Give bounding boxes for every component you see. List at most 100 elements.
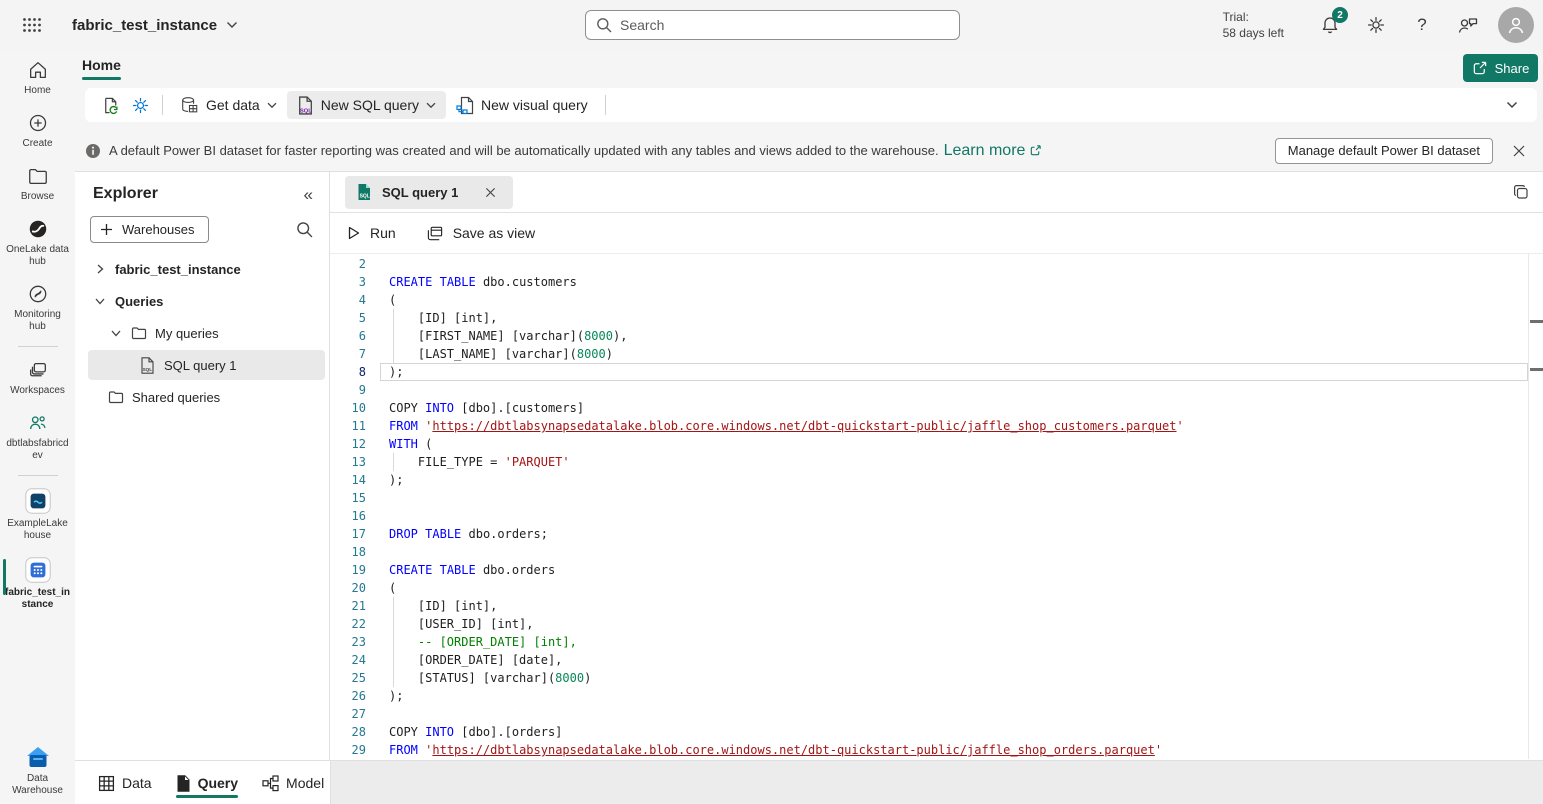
question-icon: ? — [1417, 15, 1426, 35]
code-line-22[interactable]: 22 [USER_ID] [int], — [330, 615, 1543, 633]
rail-item-dbtlabsfabricdev[interactable]: dbtlabsfabricdev — [0, 412, 75, 462]
code-line-16[interactable]: 16 — [330, 507, 1543, 525]
code-line-20[interactable]: 20( — [330, 579, 1543, 597]
search-input[interactable] — [620, 17, 949, 33]
query-doc-icon — [176, 775, 191, 792]
tree-item-sql-query-1[interactable]: SQL SQL query 1 — [88, 350, 325, 380]
create-icon — [27, 112, 49, 134]
model-icon — [262, 775, 279, 792]
share-button[interactable]: Share — [1463, 54, 1538, 82]
visual-query-icon — [456, 96, 474, 115]
code-line-21[interactable]: 21 [ID] [int], — [330, 597, 1543, 615]
workspace-people-icon — [27, 412, 49, 434]
tree-item-shared-queries[interactable]: Shared queries — [88, 382, 325, 412]
refresh-button[interactable] — [95, 91, 125, 119]
manage-dataset-button[interactable]: Manage default Power BI dataset — [1275, 138, 1493, 164]
code-text: FILE_TYPE = 'PARQUET' — [389, 453, 570, 471]
code-text: ); — [389, 471, 403, 489]
code-line-5[interactable]: 5 [ID] [int], — [330, 309, 1543, 327]
app-launcher-icon — [22, 17, 42, 33]
rail-item-fabric-test-instance[interactable]: fabric_test_instance — [0, 557, 75, 611]
rail-item-examplelakehouse[interactable]: ExampleLakehouse — [0, 488, 75, 542]
explorer-search-icon[interactable] — [296, 221, 313, 238]
line-number: 17 — [330, 525, 366, 543]
run-button[interactable]: Run — [346, 225, 396, 241]
code-line-23[interactable]: 23 -- [ORDER_DATE] [int], — [330, 633, 1543, 651]
code-line-15[interactable]: 15 — [330, 489, 1543, 507]
code-line-2[interactable]: 2 — [330, 255, 1543, 273]
code-line-19[interactable]: 19CREATE TABLE dbo.orders — [330, 561, 1543, 579]
close-tab-button[interactable] — [482, 184, 499, 201]
code-line-13[interactable]: 13 FILE_TYPE = 'PARQUET' — [330, 453, 1543, 471]
rail-item-workspaces[interactable]: Workspaces — [0, 359, 75, 397]
code-line-12[interactable]: 12WITH ( — [330, 435, 1543, 453]
line-number: 20 — [330, 579, 366, 597]
tree-item-my-queries[interactable]: My queries — [88, 318, 325, 348]
code-line-27[interactable]: 27 — [330, 705, 1543, 723]
sql-file-icon: SQL — [140, 357, 156, 374]
code-line-10[interactable]: 10COPY INTO [dbo].[customers] — [330, 399, 1543, 417]
rail-item-onelake-data-hub[interactable]: OneLake data hub — [0, 218, 75, 268]
left-navigation-rail: Home Create Browse OneLake data hub Monitori… — [0, 50, 75, 804]
code-line-29[interactable]: 29FROM 'https://dbtlabsynapsedatalake.bl… — [330, 741, 1543, 759]
settings-button[interactable] — [1356, 5, 1396, 45]
new-visual-query-button[interactable]: New visual query — [446, 91, 598, 119]
code-line-26[interactable]: 26); — [330, 687, 1543, 705]
rail-item-monitoring-hub[interactable]: Monitoring hub — [0, 283, 75, 333]
workspace-switcher[interactable]: fabric_test_instance — [72, 17, 238, 34]
line-number: 19 — [330, 561, 366, 579]
learn-more-link[interactable]: Learn more — [944, 142, 1043, 160]
notifications-button[interactable]: 2 — [1310, 5, 1350, 45]
feedback-button[interactable] — [1448, 5, 1488, 45]
code-line-28[interactable]: 28COPY INTO [dbo].[orders] — [330, 723, 1543, 741]
code-text: [USER_ID] [int], — [389, 615, 534, 633]
code-line-14[interactable]: 14); — [330, 471, 1543, 489]
ribbon-collapse-button[interactable] — [1497, 91, 1527, 119]
new-warehouse-button[interactable]: Warehouses — [90, 216, 209, 243]
collapse-panel-icon[interactable]: « — [304, 186, 313, 203]
view-tab-data[interactable]: Data — [98, 761, 152, 804]
view-tab-model[interactable]: Model — [262, 761, 324, 804]
app-launcher-button[interactable] — [10, 3, 54, 47]
tree-item-fabric-test-instance[interactable]: fabric_test_instance — [88, 254, 325, 284]
code-line-24[interactable]: 24 [ORDER_DATE] [date], — [330, 651, 1543, 669]
code-line-9[interactable]: 9 — [330, 381, 1543, 399]
code-line-6[interactable]: 6 [FIRST_NAME] [varchar](8000), — [330, 327, 1543, 345]
code-line-3[interactable]: 3CREATE TABLE dbo.customers — [330, 273, 1543, 291]
new-sql-query-button[interactable]: SQL New SQL query — [287, 91, 446, 119]
help-button[interactable]: ? — [1402, 5, 1442, 45]
rail-item-home[interactable]: Home — [0, 59, 75, 97]
copy-button[interactable] — [1512, 183, 1530, 201]
line-number: 10 — [330, 399, 366, 417]
search-icon — [596, 17, 612, 33]
code-line-18[interactable]: 18 — [330, 543, 1543, 561]
chevron-down-icon[interactable] — [108, 327, 124, 339]
close-icon — [1512, 144, 1526, 158]
rail-item-data-warehouse[interactable]: Data Warehouse — [0, 745, 75, 797]
chevron-down-icon — [226, 21, 238, 29]
code-line-4[interactable]: 4( — [330, 291, 1543, 309]
line-number: 3 — [330, 273, 366, 291]
view-tab-query[interactable]: Query — [176, 761, 238, 804]
code-line-17[interactable]: 17DROP TABLE dbo.orders; — [330, 525, 1543, 543]
rail-item-create[interactable]: Create — [0, 112, 75, 150]
query-settings-button[interactable] — [125, 91, 155, 119]
query-tab[interactable]: SQL SQL query 1 — [345, 176, 513, 209]
line-number: 18 — [330, 543, 366, 561]
sql-editor[interactable]: 23CREATE TABLE dbo.customers4(5 [ID] [in… — [330, 254, 1543, 759]
tree-item-queries[interactable]: Queries — [88, 286, 325, 316]
code-line-25[interactable]: 25 [STATUS] [varchar](8000) — [330, 669, 1543, 687]
chevron-down-icon[interactable] — [92, 295, 108, 307]
banner-close-button[interactable] — [1503, 135, 1535, 167]
ribbon-tab-home[interactable]: Home — [82, 57, 121, 73]
get-data-button[interactable]: Get data — [170, 91, 287, 119]
rail-item-browse[interactable]: Browse — [0, 165, 75, 203]
code-line-7[interactable]: 7 [LAST_NAME] [varchar](8000) — [330, 345, 1543, 363]
plus-icon — [100, 223, 113, 236]
code-line-11[interactable]: 11FROM 'https://dbtlabsynapsedatalake.bl… — [330, 417, 1543, 435]
code-line-8[interactable]: 8); — [330, 363, 1543, 381]
chevron-right-icon[interactable] — [92, 263, 108, 275]
avatar[interactable] — [1498, 7, 1534, 43]
tree-item-label: SQL query 1 — [164, 358, 237, 373]
save-as-view-button[interactable]: Save as view — [426, 225, 535, 242]
